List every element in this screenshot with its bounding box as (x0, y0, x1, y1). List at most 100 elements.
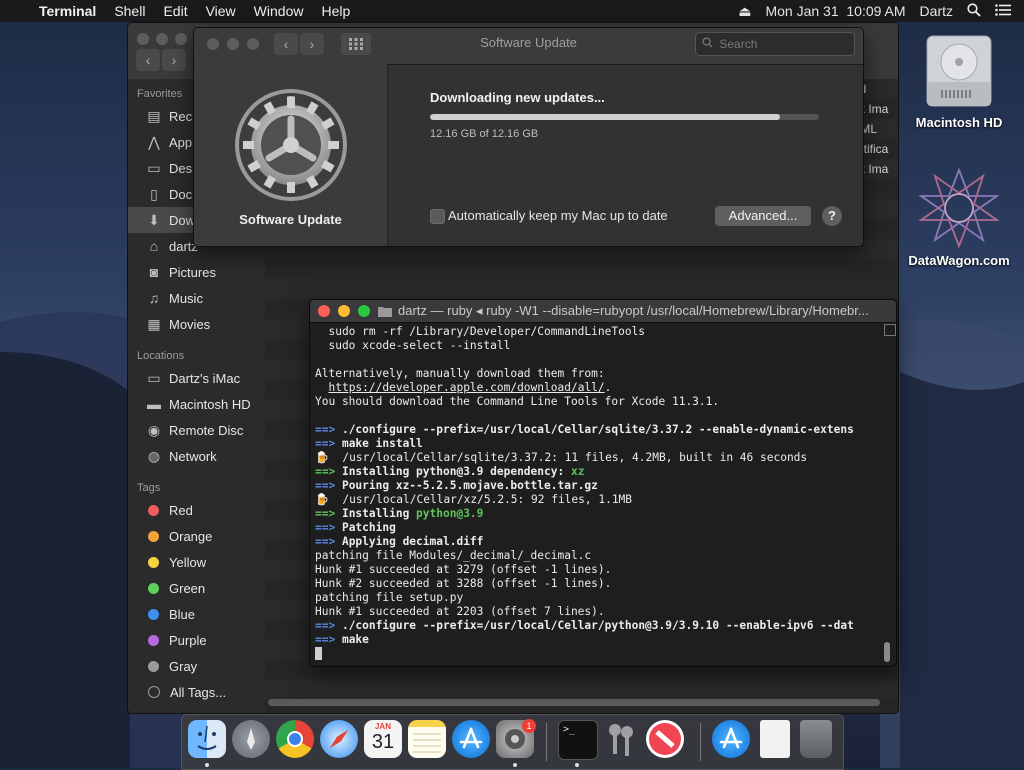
calendar-icon[interactable]: JAN 31 (364, 720, 402, 758)
terminal-step: make install (335, 437, 423, 450)
tag-purple-dot-icon (148, 634, 159, 646)
terminal-text: You should download the Command Line Too… (315, 395, 720, 408)
finder-zoom-button[interactable] (175, 33, 187, 45)
menu-edit[interactable]: Edit (154, 3, 196, 19)
su-zoom-button[interactable] (247, 38, 259, 50)
document-icon[interactable] (760, 720, 790, 758)
help-button[interactable]: ? (822, 206, 842, 226)
su-minimize-button[interactable] (227, 38, 239, 50)
su-forward-button[interactable]: › (300, 33, 324, 55)
sidebar-item-remote-disc[interactable]: ◉ Remote Disc (128, 417, 265, 443)
menu-shell[interactable]: Shell (105, 3, 154, 19)
safari-icon[interactable] (320, 720, 358, 758)
sidebar-item-tag-orange[interactable]: Orange (128, 523, 265, 549)
terminal-arrow: ==> (315, 535, 336, 548)
sidebar-item-tag-gray[interactable]: Gray (128, 653, 265, 679)
sidebar-item-label: Rec (169, 108, 193, 124)
finder-forward-button[interactable]: › (162, 49, 186, 71)
news-icon[interactable] (646, 720, 684, 758)
auto-update-checkbox[interactable] (430, 209, 445, 224)
music-icon: ♫ (148, 290, 160, 306)
spotlight-search-icon[interactable] (960, 2, 988, 20)
download-status: Downloading new updates... (430, 90, 605, 105)
terminal-step: Patching (335, 521, 396, 534)
sidebar-item-tag-blue[interactable]: Blue (128, 601, 265, 627)
sidebar-item-movies[interactable]: ▦ Movies (128, 311, 265, 337)
sidebar-item-tag-green[interactable]: Green (128, 575, 265, 601)
sidebar-item-tag-yellow[interactable]: Yellow (128, 549, 265, 575)
terminal-line: ==> ./configure --prefix=/usr/local/Cell… (315, 619, 877, 633)
finder-minimize-button[interactable] (156, 33, 168, 45)
su-close-button[interactable] (207, 38, 219, 50)
sidebar-item-label: App (169, 134, 193, 150)
terminal-zoom-button[interactable] (358, 305, 370, 317)
auto-update-label[interactable]: Automatically keep my Mac up to date (448, 208, 668, 223)
desktop-icon-datawagon[interactable]: DataWagon.com (900, 166, 1018, 268)
finder-back-button[interactable]: ‹ (136, 49, 160, 71)
sidebar-item-pictures[interactable]: ◙ Pictures (128, 259, 265, 285)
terminal-line: ==> Applying decimal.diff (315, 535, 877, 549)
su-back-button[interactable]: ‹ (274, 33, 298, 55)
terminal-link[interactable]: https://developer.apple.com/download/all… (328, 381, 604, 394)
terminal-arrow: ==> (315, 423, 336, 436)
finder-running-indicator (205, 763, 209, 767)
menu-window[interactable]: Window (245, 3, 313, 19)
trash-icon[interactable] (800, 720, 832, 758)
terminal-minimize-button[interactable] (338, 305, 350, 317)
eject-icon[interactable]: ⏏ (731, 3, 758, 20)
finder-horizontal-scrollbar[interactable] (268, 699, 880, 706)
launchpad-icon[interactable] (232, 720, 270, 758)
terminal-text: sudo xcode-select --install (315, 339, 511, 352)
terminal-scrollbar[interactable] (884, 642, 890, 662)
terminal-line: ==> Patching (315, 521, 877, 535)
terminal-line: Hunk #1 succeeded at 3279 (offset -1 lin… (315, 563, 877, 577)
notification-center-icon[interactable] (988, 3, 1018, 19)
sidebar-item-tag-red[interactable]: Red (128, 497, 265, 523)
pictures-icon: ◙ (149, 264, 159, 280)
terminal-close-button[interactable] (318, 305, 330, 317)
menu-help[interactable]: Help (312, 3, 359, 19)
app-menu[interactable]: Terminal (29, 3, 105, 19)
sidebar-item-label: Purple (169, 632, 207, 648)
hard-drive-icon: ▬ (147, 396, 161, 412)
desktop-icon-macintosh-hd[interactable]: Macintosh HD (905, 32, 1013, 130)
advanced-button[interactable]: Advanced... (715, 206, 811, 226)
split-pane-icon[interactable] (884, 324, 896, 336)
menu-view[interactable]: View (197, 3, 245, 19)
notes-icon[interactable] (408, 720, 446, 758)
app-store-icon[interactable] (452, 720, 490, 758)
terminal-running-indicator (575, 763, 579, 767)
sidebar-item-all-tags[interactable]: All Tags... (128, 679, 265, 705)
tag-gray-dot-icon (148, 660, 159, 672)
sidebar-item-network[interactable]: ◍ Network (128, 443, 265, 469)
terminal-arrow: ==> (315, 465, 336, 478)
network-globe-icon: ◍ (147, 447, 161, 464)
system-preferences-running-indicator (513, 763, 517, 767)
dock-separator (546, 723, 547, 761)
terminal-step: make (335, 633, 369, 646)
terminal-icon[interactable]: >_ (558, 720, 598, 760)
search-field[interactable]: Search (695, 32, 855, 56)
menubar-clock[interactable]: Mon Jan 31 10:09 AM (758, 3, 912, 19)
app-store-downloads-icon[interactable] (712, 720, 750, 758)
terminal-text: patching file Modules/_decimal/_decimal.… (315, 549, 592, 562)
chrome-icon[interactable] (276, 720, 314, 758)
sidebar-item-macintosh-hd[interactable]: ▬ Macintosh HD (128, 391, 265, 417)
menubar-user[interactable]: Dartz (913, 3, 960, 19)
terminal-arrow: ==> (315, 479, 336, 492)
sidebar-item-tag-purple[interactable]: Purple (128, 627, 265, 653)
show-all-grid-icon[interactable] (341, 33, 371, 55)
terminal-text: Hunk #1 succeeded at 2203 (offset 7 line… (315, 605, 605, 618)
sidebar-item-music[interactable]: ♫ Music (128, 285, 265, 311)
sidebar-item-label: Network (169, 448, 217, 464)
finder-close-button[interactable] (137, 33, 149, 45)
terminal-output[interactable]: sudo rm -rf /Library/Developer/CommandLi… (315, 325, 877, 665)
finder-icon[interactable] (188, 720, 226, 758)
software-update-window: Software Update ‹ › Search Software Upda… (193, 27, 864, 247)
terminal-line: patching file Modules/_decimal/_decimal.… (315, 549, 877, 563)
terminal-step: Installing python@3.9 dependency: (335, 465, 571, 478)
sidebar-item-label: Red (169, 502, 193, 518)
keychain-access-icon[interactable] (602, 720, 640, 758)
sidebar-item-imac[interactable]: ▭ Dartz's iMac (128, 365, 265, 391)
